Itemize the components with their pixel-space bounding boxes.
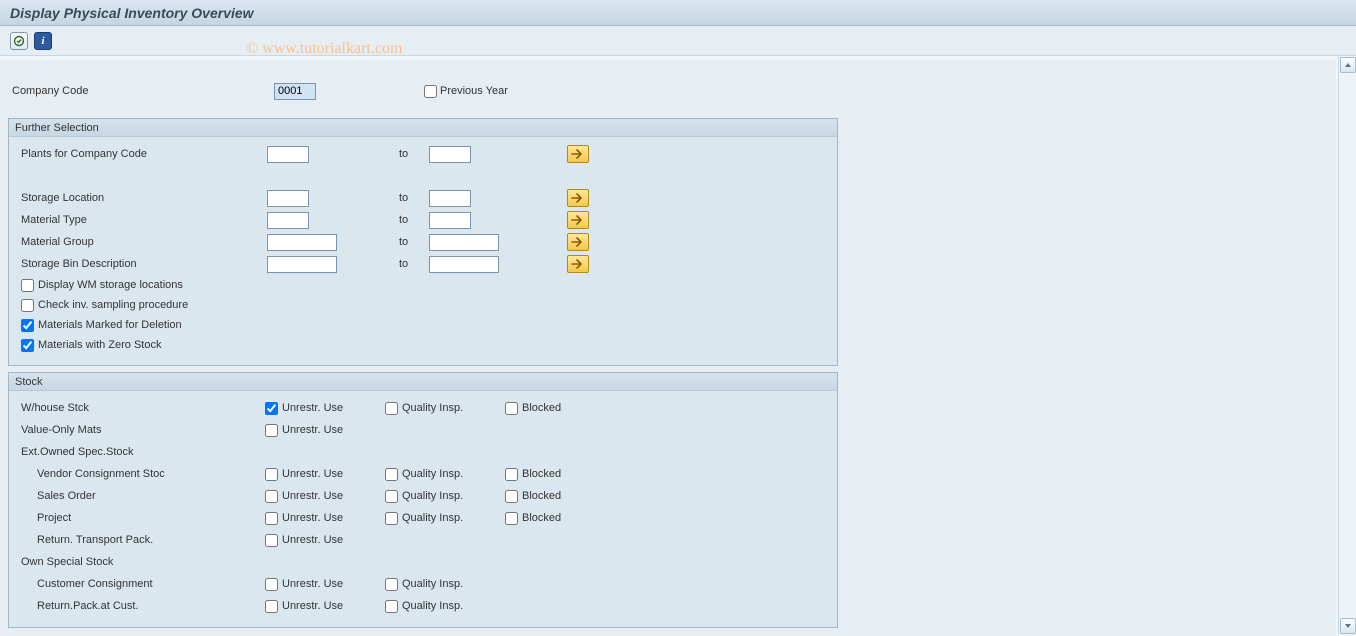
vertical-scrollbar[interactable] xyxy=(1338,56,1356,636)
fs-from-0[interactable] xyxy=(267,146,309,163)
fs-to-label-0: to xyxy=(399,148,408,160)
stock-blocked-label-3: Blocked xyxy=(522,468,561,480)
fs-to-1[interactable] xyxy=(429,190,471,207)
stock-label-6: Return. Transport Pack. xyxy=(15,534,265,546)
toolbar: i xyxy=(0,26,1356,56)
stock-blocked-0[interactable] xyxy=(505,402,518,415)
fs-check-label-2: Materials Marked for Deletion xyxy=(38,319,182,331)
fs-check-label-0: Display WM storage locations xyxy=(38,279,183,291)
stock-label-5: Project xyxy=(15,512,265,524)
fs-multiselect-1[interactable] xyxy=(567,189,589,207)
stock-label-9: Return.Pack.at Cust. xyxy=(15,600,265,612)
fs-check-1[interactable] xyxy=(21,299,34,312)
stock-unrestr-label-8: Unrestr. Use xyxy=(282,578,343,590)
stock-unrestr-label-5: Unrestr. Use xyxy=(282,512,343,524)
stock-quality-9[interactable] xyxy=(385,600,398,613)
stock-quality-label-3: Quality Insp. xyxy=(402,468,463,480)
fs-check-2[interactable] xyxy=(21,319,34,332)
stock-unrestr-3[interactable] xyxy=(265,468,278,481)
fs-to-label-2: to xyxy=(399,214,408,226)
stock-label-0: W/house Stck xyxy=(15,402,265,414)
scroll-down-button[interactable] xyxy=(1340,618,1356,634)
fs-label-4: Storage Bin Description xyxy=(15,258,255,270)
stock-unrestr-label-4: Unrestr. Use xyxy=(282,490,343,502)
fs-check-label-1: Check inv. sampling procedure xyxy=(38,299,188,311)
stock-unrestr-9[interactable] xyxy=(265,600,278,613)
fs-from-2[interactable] xyxy=(267,212,309,229)
previous-year-checkbox[interactable] xyxy=(424,85,437,98)
fs-multiselect-2[interactable] xyxy=(567,211,589,229)
stock-label-2: Ext.Owned Spec.Stock xyxy=(15,446,265,458)
stock-label-7: Own Special Stock xyxy=(15,556,265,568)
stock-unrestr-5[interactable] xyxy=(265,512,278,525)
stock-quality-3[interactable] xyxy=(385,468,398,481)
stock-unrestr-4[interactable] xyxy=(265,490,278,503)
stock-unrestr-8[interactable] xyxy=(265,578,278,591)
stock-unrestr-6[interactable] xyxy=(265,534,278,547)
stock-label-4: Sales Order xyxy=(15,490,265,502)
fs-from-1[interactable] xyxy=(267,190,309,207)
stock-blocked-label-0: Blocked xyxy=(522,402,561,414)
window-title-bar: Display Physical Inventory Overview xyxy=(0,0,1356,26)
stock-blocked-5[interactable] xyxy=(505,512,518,525)
stock-group: Stock W/house Stck Unrestr. Use Quality In… xyxy=(8,372,838,628)
stock-blocked-4[interactable] xyxy=(505,490,518,503)
execute-button[interactable] xyxy=(10,32,28,50)
stock-unrestr-0[interactable] xyxy=(265,402,278,415)
further-selection-group: Further Selection Plants for Company Cod… xyxy=(8,118,838,366)
stock-title: Stock xyxy=(9,373,837,391)
stock-quality-label-9: Quality Insp. xyxy=(402,600,463,612)
stock-quality-label-4: Quality Insp. xyxy=(402,490,463,502)
stock-blocked-label-4: Blocked xyxy=(522,490,561,502)
fs-label-0: Plants for Company Code xyxy=(15,148,255,160)
fs-to-label-4: to xyxy=(399,258,408,270)
scroll-up-button[interactable] xyxy=(1340,57,1356,73)
fs-check-label-3: Materials with Zero Stock xyxy=(38,339,161,351)
stock-unrestr-label-6: Unrestr. Use xyxy=(282,534,343,546)
stock-quality-0[interactable] xyxy=(385,402,398,415)
stock-quality-label-0: Quality Insp. xyxy=(402,402,463,414)
stock-unrestr-label-3: Unrestr. Use xyxy=(282,468,343,480)
previous-year-checkbox-wrap: Previous Year xyxy=(424,85,508,98)
stock-quality-label-8: Quality Insp. xyxy=(402,578,463,590)
further-selection-title: Further Selection xyxy=(9,119,837,137)
stock-label-8: Customer Consignment xyxy=(15,578,265,590)
stock-label-3: Vendor Consignment Stoc xyxy=(15,468,265,480)
fs-to-3[interactable] xyxy=(429,234,499,251)
stock-blocked-3[interactable] xyxy=(505,468,518,481)
fs-label-1: Storage Location xyxy=(15,192,255,204)
stock-blocked-label-5: Blocked xyxy=(522,512,561,524)
stock-unrestr-label-0: Unrestr. Use xyxy=(282,402,343,414)
previous-year-label: Previous Year xyxy=(440,85,508,97)
stock-unrestr-label-1: Unrestr. Use xyxy=(282,424,343,436)
stock-unrestr-1[interactable] xyxy=(265,424,278,437)
fs-to-label-3: to xyxy=(399,236,408,248)
fs-to-0[interactable] xyxy=(429,146,471,163)
fs-label-2: Material Type xyxy=(15,214,255,226)
fs-multiselect-0[interactable] xyxy=(567,145,589,163)
company-code-input[interactable] xyxy=(274,83,316,100)
stock-quality-8[interactable] xyxy=(385,578,398,591)
stock-quality-4[interactable] xyxy=(385,490,398,503)
fs-from-4[interactable] xyxy=(267,256,337,273)
stock-label-1: Value-Only Mats xyxy=(15,424,265,436)
fs-multiselect-3[interactable] xyxy=(567,233,589,251)
fs-label-3: Material Group xyxy=(15,236,255,248)
fs-multiselect-4[interactable] xyxy=(567,255,589,273)
fs-to-label-1: to xyxy=(399,192,408,204)
fs-check-0[interactable] xyxy=(21,279,34,292)
content-area: Company Code Previous Year Further Selec… xyxy=(0,60,1336,636)
fs-check-3[interactable] xyxy=(21,339,34,352)
window-title: Display Physical Inventory Overview xyxy=(10,5,254,21)
fs-from-3[interactable] xyxy=(267,234,337,251)
stock-quality-label-5: Quality Insp. xyxy=(402,512,463,524)
info-button[interactable]: i xyxy=(34,32,52,50)
stock-quality-5[interactable] xyxy=(385,512,398,525)
stock-unrestr-label-9: Unrestr. Use xyxy=(282,600,343,612)
fs-to-4[interactable] xyxy=(429,256,499,273)
company-code-label: Company Code xyxy=(10,85,270,97)
fs-to-2[interactable] xyxy=(429,212,471,229)
